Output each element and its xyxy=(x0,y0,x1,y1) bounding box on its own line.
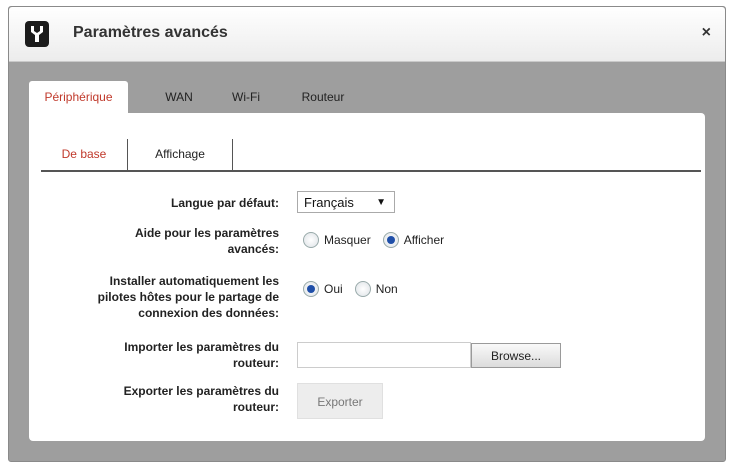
help-label-line1: Aide pour les paramètres xyxy=(134,226,279,240)
language-value: Français xyxy=(304,195,354,210)
radio-masquer-label: Masquer xyxy=(324,233,371,247)
export-button[interactable]: Exporter xyxy=(297,383,383,419)
subtab-de-base[interactable]: De base xyxy=(41,139,127,170)
import-label: Importer les paramètres du routeur: xyxy=(69,339,279,371)
radio-afficher-label: Afficher xyxy=(403,233,445,247)
dialog-title: Paramètres avancés xyxy=(73,24,228,41)
export-label: Exporter les paramètres du routeur: xyxy=(69,383,279,415)
subtab-underline xyxy=(41,170,701,172)
subtab-affichage[interactable]: Affichage xyxy=(128,139,232,170)
export-label-line2: routeur: xyxy=(233,400,279,414)
browse-button[interactable]: Browse... xyxy=(471,343,561,368)
import-label-line1: Importer les paramètres du xyxy=(124,340,279,354)
drivers-label-line1: Installer automatiquement les xyxy=(109,274,279,288)
advanced-settings-dialog: Paramètres avancés × Périphérique WAN Wi… xyxy=(8,6,726,462)
wrench-icon xyxy=(25,21,49,47)
import-label-line2: routeur: xyxy=(233,356,279,370)
tab-routeur[interactable]: Routeur xyxy=(287,81,359,113)
drivers-label-line2: pilotes hôtes pour le partage de xyxy=(97,290,279,304)
radio-afficher[interactable] xyxy=(382,232,399,248)
export-label-line1: Exporter les paramètres du xyxy=(123,384,279,398)
help-radio-group: Masquer Afficher xyxy=(303,232,456,248)
radio-masquer[interactable] xyxy=(303,232,319,248)
drivers-radio-group: Oui Non xyxy=(303,281,410,297)
drivers-label: Installer automatiquement les pilotes hô… xyxy=(69,273,279,321)
subtab-divider xyxy=(232,139,233,170)
close-icon[interactable]: × xyxy=(702,24,711,42)
drivers-label-line3: connexion des données: xyxy=(138,306,279,320)
subtabs: De base Affichage xyxy=(41,135,701,172)
language-select[interactable]: Français ▼ xyxy=(297,191,395,213)
radio-non[interactable] xyxy=(354,281,371,297)
dialog-titlebar: Paramètres avancés × xyxy=(9,7,725,62)
tab-wifi[interactable]: Wi-Fi xyxy=(219,81,273,113)
radio-oui-label: Oui xyxy=(324,282,343,296)
settings-panel: De base Affichage Langue par défaut: Fra… xyxy=(29,113,705,441)
radio-non-label: Non xyxy=(375,282,398,296)
language-label: Langue par défaut: xyxy=(170,196,279,210)
tab-wan[interactable]: WAN xyxy=(147,81,211,113)
chevron-down-icon: ▼ xyxy=(376,197,386,208)
help-label: Aide pour les paramètres avancés: xyxy=(69,225,279,257)
radio-oui[interactable] xyxy=(303,281,319,297)
tab-peripherique[interactable]: Périphérique xyxy=(29,81,128,113)
import-file-input[interactable] xyxy=(297,342,471,368)
help-label-line2: avancés: xyxy=(227,242,279,256)
